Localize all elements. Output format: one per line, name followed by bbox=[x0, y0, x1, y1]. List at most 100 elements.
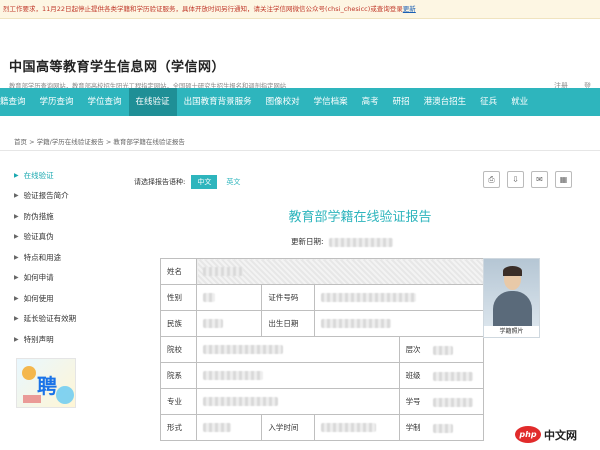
nav-item-xuewei[interactable]: 学位查询 bbox=[81, 88, 129, 116]
sidebar-item-label: 在线验证 bbox=[23, 170, 54, 180]
redacted-value bbox=[432, 423, 453, 433]
redacted-value bbox=[321, 293, 417, 302]
field-value-form bbox=[195, 414, 263, 441]
main-nav: 籍查询 学历查询 学位查询 在线验证 出国教育背景服务 图像校对 学信档案 高考… bbox=[0, 88, 600, 116]
nav-item-gaokao[interactable]: 高考 bbox=[355, 88, 386, 116]
field-label-school: 院校 bbox=[160, 336, 197, 363]
sidebar-item-label: 特别声明 bbox=[23, 334, 54, 344]
sidebar-item-label: 验证报告简介 bbox=[23, 191, 69, 201]
nav-item-jiuye[interactable]: 就业 bbox=[504, 88, 535, 116]
field-value-admission bbox=[314, 414, 400, 441]
redacted-value bbox=[203, 319, 223, 328]
chevron-right-icon: ▶ bbox=[14, 335, 19, 343]
breadcrumb[interactable]: 首页 > 学籍/学历在线验证报告 > 教育部学籍在线验证报告 bbox=[14, 136, 185, 146]
redacted-value bbox=[203, 345, 283, 354]
chevron-right-icon: ▶ bbox=[14, 171, 19, 179]
redacted-value bbox=[432, 397, 473, 407]
redacted-value bbox=[321, 319, 392, 328]
watermark: php 中文网 bbox=[515, 426, 577, 443]
field-label-birth: 出生日期 bbox=[261, 310, 316, 337]
nav-item-overseas[interactable]: 出国教育背景服务 bbox=[177, 88, 259, 116]
student-info-table: 姓名 性别 证件号码 民族 出生日期 院校 层次 院系 班级 专业 学号 形式 … bbox=[160, 258, 485, 441]
field-label-class: 班级 bbox=[398, 362, 485, 389]
nav-item-online-verify[interactable]: 在线验证 bbox=[128, 88, 177, 116]
update-date-row: 更新日期: bbox=[291, 236, 393, 247]
nav-item-image-check[interactable]: 图像校对 bbox=[259, 88, 307, 116]
chevron-right-icon: ▶ bbox=[14, 315, 19, 323]
notice-text: 烈工作要求，11月22日起停止提供各类学籍和学历验证服务，具体开放时间另行通知，… bbox=[3, 5, 403, 13]
field-value-school bbox=[196, 336, 400, 363]
field-label-duration: 学制 bbox=[398, 414, 485, 441]
sidebar-item-label: 验证真伪 bbox=[23, 232, 54, 242]
field-label-ethnicity: 民族 bbox=[160, 310, 197, 337]
sidebar-item-apply[interactable]: ▶ 如何申请 bbox=[14, 268, 109, 289]
divider bbox=[0, 150, 600, 151]
qrcode-icon[interactable]: ▦ bbox=[555, 171, 572, 188]
photo-label: 学籍照片 bbox=[484, 326, 539, 337]
field-label-form: 形式 bbox=[160, 414, 197, 441]
redacted-value bbox=[203, 293, 215, 302]
field-label-level: 层次 bbox=[398, 336, 485, 363]
redacted-value bbox=[432, 345, 453, 355]
site-header: 中国高等教育学生信息网（学信网） 教育部学历查询网站，教育部高校招生阳光工程指定… bbox=[0, 19, 600, 90]
update-date-value-redacted bbox=[328, 237, 393, 247]
sidebar-item-label: 如何使用 bbox=[23, 293, 54, 303]
language-label: 请选择报告语种: bbox=[134, 178, 186, 186]
nav-item-zhengbing[interactable]: 征兵 bbox=[473, 88, 504, 116]
chevron-right-icon: ▶ bbox=[14, 274, 19, 282]
redacted-value bbox=[203, 423, 231, 432]
notice-bar: 烈工作要求，11月22日起停止提供各类学籍和学历验证服务，具体开放时间另行通知，… bbox=[0, 0, 600, 19]
nav-item-archive[interactable]: 学信档案 bbox=[307, 88, 355, 116]
chevron-right-icon: ▶ bbox=[14, 233, 19, 241]
notice-link[interactable]: 更新 bbox=[403, 5, 416, 13]
recruit-ad-banner[interactable]: 聘 bbox=[16, 358, 76, 408]
field-value-name bbox=[196, 258, 484, 285]
sidebar-item-use[interactable]: ▶ 如何使用 bbox=[14, 288, 109, 309]
field-label-admission: 入学时间 bbox=[261, 414, 316, 441]
redacted-value bbox=[432, 371, 473, 381]
php-logo: php bbox=[515, 426, 541, 443]
field-label-department: 院系 bbox=[160, 362, 197, 389]
sidebar-item-intro[interactable]: ▶ 验证报告简介 bbox=[14, 186, 109, 207]
nav-item-xueji[interactable]: 籍查询 bbox=[0, 88, 33, 116]
field-label-id: 证件号码 bbox=[261, 284, 316, 311]
redacted-value bbox=[321, 423, 377, 432]
field-value-gender bbox=[195, 284, 263, 311]
redacted-value bbox=[203, 397, 278, 406]
field-label-gender: 性别 bbox=[160, 284, 197, 311]
mail-icon[interactable]: ✉ bbox=[531, 171, 548, 188]
field-value-id bbox=[314, 284, 484, 311]
field-value-major bbox=[196, 388, 400, 415]
field-value-birth bbox=[314, 310, 484, 337]
ad-graphic: 聘 bbox=[22, 366, 74, 404]
redacted-value bbox=[203, 267, 243, 276]
redacted-value bbox=[203, 371, 263, 380]
field-value-ethnicity bbox=[195, 310, 263, 337]
student-photo: 学籍照片 bbox=[483, 258, 540, 338]
download-icon[interactable]: ⇩ bbox=[507, 171, 524, 188]
sidebar-item-label: 如何申请 bbox=[23, 273, 54, 283]
field-label-student-id: 学号 bbox=[398, 388, 485, 415]
nav-item-gangaotai[interactable]: 港澳台招生 bbox=[417, 88, 474, 116]
nav-item-xueli[interactable]: 学历查询 bbox=[33, 88, 81, 116]
sidebar-item-label: 延长验证有效期 bbox=[23, 314, 77, 324]
report-toolbar: ⎙ ⇩ ✉ ▦ bbox=[483, 171, 572, 188]
update-date-label: 更新日期: bbox=[291, 237, 324, 246]
sidebar-item-features[interactable]: ▶ 特点和用途 bbox=[14, 247, 109, 268]
language-option-chinese[interactable]: 中文 bbox=[191, 175, 218, 189]
print-icon[interactable]: ⎙ bbox=[483, 171, 500, 188]
sidebar-item-extend[interactable]: ▶ 延长验证有效期 bbox=[14, 309, 109, 330]
nav-item-yanzhao[interactable]: 研招 bbox=[386, 88, 417, 116]
sidebar-item-verify-authentic[interactable]: ▶ 验证真伪 bbox=[14, 227, 109, 248]
sidebar-item-label: 特点和用途 bbox=[23, 252, 62, 262]
field-label-name: 姓名 bbox=[160, 258, 197, 285]
field-label-major: 专业 bbox=[160, 388, 197, 415]
site-title[interactable]: 中国高等教育学生信息网（学信网） bbox=[9, 56, 225, 75]
watermark-text: 中文网 bbox=[544, 428, 577, 442]
sidebar-item-statement[interactable]: ▶ 特别声明 bbox=[14, 329, 109, 350]
report-title: 教育部学籍在线验证报告 bbox=[288, 210, 432, 225]
ad-text: 聘 bbox=[37, 374, 57, 398]
language-option-english[interactable]: 英文 bbox=[226, 177, 240, 187]
sidebar-item-online-verify[interactable]: ▶ 在线验证 bbox=[14, 165, 109, 186]
field-value-department bbox=[196, 362, 400, 389]
